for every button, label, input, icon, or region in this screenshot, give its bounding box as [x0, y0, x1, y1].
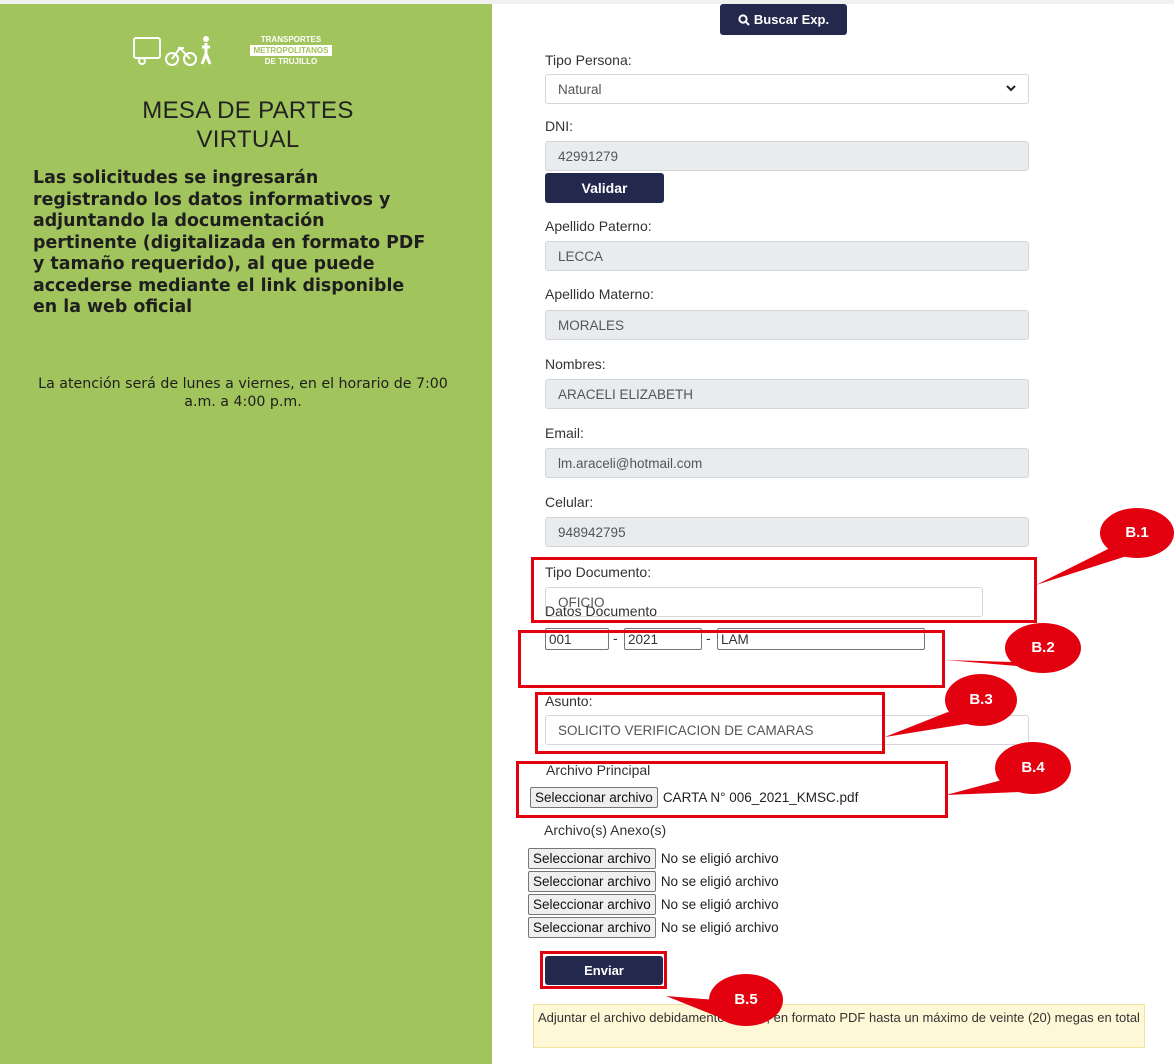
annotation-label-b1: B.1: [1125, 524, 1149, 541]
annotation-label-b3: B.3: [969, 691, 993, 708]
annotation-label-b2: B.2: [1031, 639, 1055, 656]
annotation-callouts: [666, 508, 1174, 1026]
callout-pointer-b1: [1036, 548, 1130, 585]
annotation-label-b5: B.5: [734, 991, 758, 1008]
annotation-label-b4: B.4: [1021, 759, 1045, 776]
